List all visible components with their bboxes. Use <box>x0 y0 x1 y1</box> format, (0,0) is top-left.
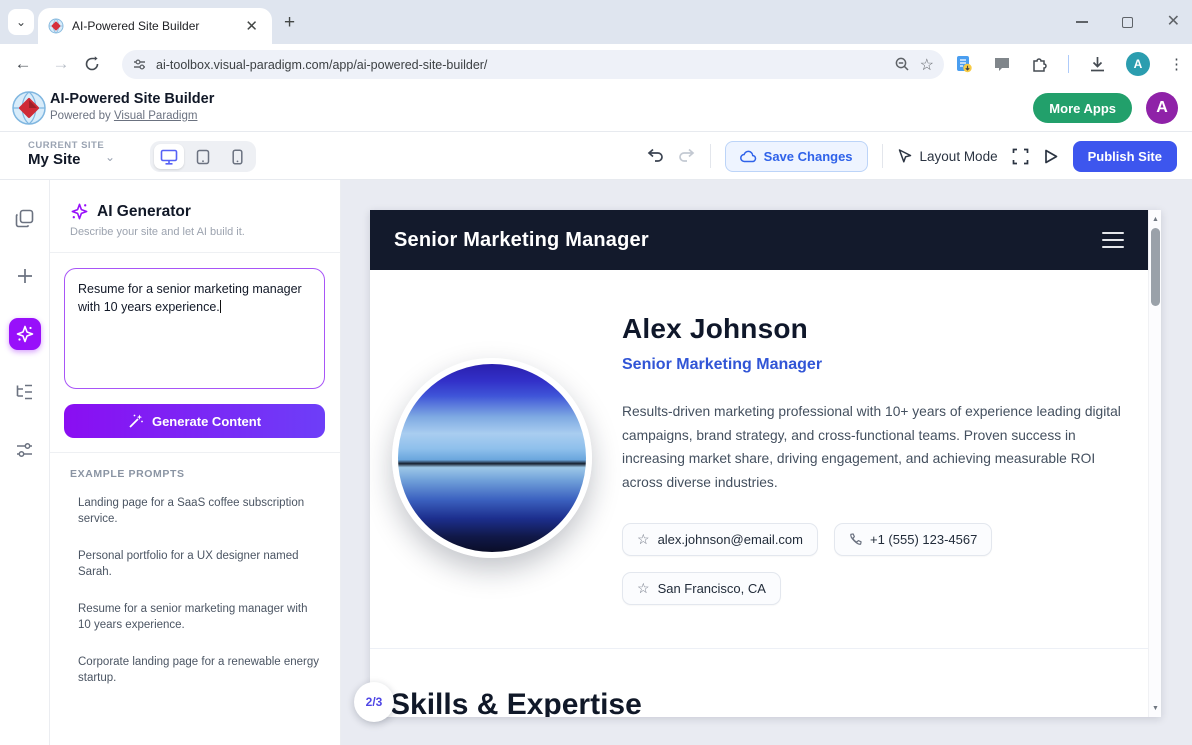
site-name: My Site <box>28 151 81 168</box>
app-title: AI-Powered Site Builder <box>50 91 214 107</box>
star-icon: ☆ <box>637 580 650 597</box>
back-icon[interactable]: ← <box>8 54 38 74</box>
url-text[interactable]: ai-toolbox.visual-paradigm.com/app/ai-po… <box>156 58 885 72</box>
left-icon-rail <box>0 180 50 745</box>
contact-chip-phone[interactable]: +1 (555) 123-4567 <box>834 523 992 556</box>
layout-mode-button[interactable]: Layout Mode <box>897 148 998 164</box>
app-header: AI-Powered Site Builder Powered by Visua… <box>0 84 1192 132</box>
extensions-icon[interactable] <box>1030 55 1049 74</box>
save-changes-button[interactable]: Save Changes <box>725 141 868 172</box>
panel-divider <box>50 452 340 453</box>
generate-content-button[interactable]: Generate Content <box>64 404 325 438</box>
scroll-up-icon[interactable]: ▲ <box>1149 212 1161 226</box>
browser-tab[interactable]: AI-Powered Site Builder ✕ <box>38 8 272 44</box>
preview-play-icon[interactable] <box>1043 148 1059 165</box>
fullscreen-icon[interactable] <box>1012 148 1029 165</box>
star-icon: ☆ <box>637 531 650 548</box>
person-summary: Results-driven marketing professional wi… <box>622 400 1130 494</box>
scrollbar-thumb[interactable] <box>1151 228 1160 306</box>
ai-generator-icon[interactable] <box>9 318 41 350</box>
person-role: Senior Marketing Manager <box>622 356 822 374</box>
undo-icon[interactable] <box>646 148 664 164</box>
example-prompt[interactable]: Corporate landing page for a renewable e… <box>78 655 322 686</box>
preview-canvas: Senior Marketing Manager Alex Johnson Se… <box>341 180 1192 745</box>
preview-site-title: Senior Marketing Manager <box>394 229 1102 252</box>
tab-search-icon[interactable]: ⌄ <box>8 9 34 35</box>
comment-icon[interactable] <box>993 55 1011 73</box>
scroll-down-icon[interactable]: ▼ <box>1149 701 1161 715</box>
browser-menu-icon[interactable]: ⋮ <box>1169 55 1184 73</box>
zoom-out-icon[interactable] <box>894 56 911 73</box>
add-section-icon[interactable] <box>9 260 41 292</box>
reload-icon[interactable] <box>84 56 114 72</box>
redo-icon[interactable] <box>678 148 696 164</box>
reading-list-icon[interactable] <box>954 54 974 74</box>
window-maximize-icon[interactable] <box>1122 17 1133 28</box>
powered-by: Powered by Visual Paradigm <box>50 110 197 122</box>
toolbar-separator <box>710 144 711 168</box>
contact-chip-location[interactable]: ☆ San Francisco, CA <box>622 572 781 605</box>
example-prompt[interactable]: Landing page for a SaaS coffee subscript… <box>78 496 322 527</box>
forward-icon[interactable]: → <box>46 54 76 74</box>
cursor-icon <box>897 148 913 164</box>
more-apps-button[interactable]: More Apps <box>1033 93 1132 123</box>
downloads-icon[interactable] <box>1088 55 1107 74</box>
phone-icon <box>849 533 862 546</box>
bookmark-star-icon[interactable]: ☆ <box>920 55 934 75</box>
example-prompts-heading: EXAMPLE PROMPTS <box>70 468 322 480</box>
site-toolbar: CURRENT SITE My Site ⌄ Save Changes Layo… <box>0 132 1192 180</box>
device-switcher <box>150 141 256 172</box>
window-minimize-icon[interactable] <box>1076 21 1088 23</box>
sparkle-icon <box>70 202 89 221</box>
window-close-icon[interactable]: ✕ <box>1167 14 1180 30</box>
tab-title: AI-Powered Site Builder <box>72 19 233 33</box>
person-name: Alex Johnson <box>622 313 808 345</box>
pages-icon[interactable] <box>9 202 41 234</box>
ai-generator-panel: AI Generator Describe your site and let … <box>50 180 341 745</box>
site-preview: Senior Marketing Manager Alex Johnson Se… <box>370 210 1161 717</box>
site-structure-icon[interactable] <box>9 376 41 408</box>
toolbar-divider <box>1068 55 1069 73</box>
device-phone-button[interactable] <box>222 144 252 169</box>
example-prompt[interactable]: Personal portfolio for a UX designer nam… <box>78 549 322 580</box>
tab-favicon <box>48 18 64 34</box>
publish-site-button[interactable]: Publish Site <box>1073 141 1177 172</box>
browser-toolbar: ← → ai-toolbox.visual-paradigm.com/app/a… <box>0 44 1192 84</box>
device-tablet-button[interactable] <box>188 144 218 169</box>
device-desktop-button[interactable] <box>154 144 184 169</box>
current-site-label: CURRENT SITE <box>28 140 104 151</box>
text-caret <box>220 300 221 313</box>
account-avatar[interactable]: A <box>1146 92 1178 124</box>
magic-wand-icon <box>128 413 144 429</box>
address-bar[interactable]: ai-toolbox.visual-paradigm.com/app/ai-po… <box>122 50 944 79</box>
visual-paradigm-logo <box>10 89 48 127</box>
site-settings-icon[interactable] <box>132 57 147 72</box>
new-tab-icon[interactable]: + <box>284 12 295 34</box>
toolbar-separator <box>882 144 883 168</box>
settings-sliders-icon[interactable] <box>9 434 41 466</box>
ai-panel-subtitle: Describe your site and let AI build it. <box>70 226 320 238</box>
browser-profile-avatar[interactable]: A <box>1126 52 1150 76</box>
page-progress-badge: 2/3 <box>354 682 394 722</box>
skills-section-heading: Skills & Expertise <box>390 688 642 717</box>
cloud-icon <box>740 150 757 163</box>
example-prompt[interactable]: Resume for a senior marketing manager wi… <box>78 602 322 633</box>
prompt-input[interactable]: Resume for a senior marketing manager wi… <box>64 268 325 389</box>
preview-scrollbar[interactable]: ▲ ▼ <box>1148 210 1161 717</box>
site-switcher-chevron-icon[interactable]: ⌄ <box>105 150 115 164</box>
preview-site-navbar: Senior Marketing Manager <box>370 210 1148 270</box>
ai-panel-title: AI Generator <box>97 203 191 221</box>
tab-close-icon[interactable]: ✕ <box>241 17 262 36</box>
profile-photo <box>392 358 592 558</box>
contact-chip-email[interactable]: ☆ alex.johnson@email.com <box>622 523 818 556</box>
browser-titlebar: ⌄ AI-Powered Site Builder ✕ + ✕ <box>0 0 1192 44</box>
visual-paradigm-link[interactable]: Visual Paradigm <box>114 110 198 122</box>
hamburger-menu-icon[interactable] <box>1102 232 1124 248</box>
section-divider <box>370 648 1148 649</box>
